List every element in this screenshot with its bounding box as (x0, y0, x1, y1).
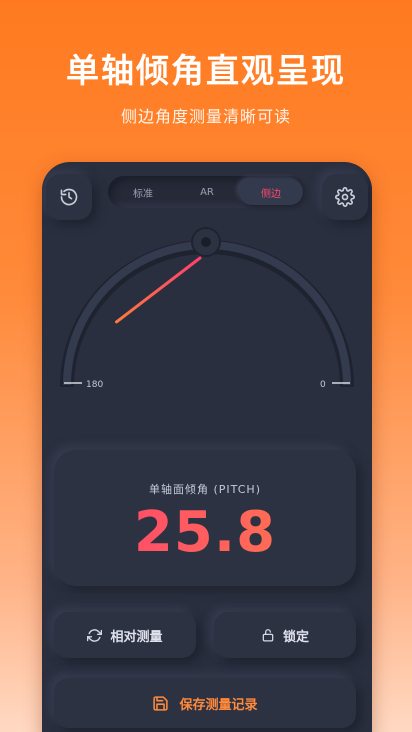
tab-side[interactable]: 侧边 (239, 179, 303, 205)
tab-standard[interactable]: 标准 (111, 179, 175, 205)
reading-panel: 单轴面倾角 (PITCH) 25.8 (54, 450, 356, 586)
history-icon (60, 188, 78, 206)
lock-icon (262, 629, 274, 642)
settings-button[interactable] (322, 174, 368, 220)
reading-label: 单轴面倾角 (PITCH) (149, 483, 261, 496)
save-record-button[interactable]: 保存测量记录 (54, 678, 356, 728)
gauge-pivot-inner (201, 237, 211, 247)
gauge-label-right: 0 (320, 380, 326, 390)
reading-value: 25.8 (54, 500, 356, 565)
history-button[interactable] (46, 174, 92, 220)
phone-screen: 标准 AR 侧边 180 0 单轴面倾角 (PITCH) 25.8 相对测量 锁… (42, 162, 372, 732)
gauge-arc (63, 241, 351, 386)
gear-icon (335, 187, 355, 207)
refresh-icon (87, 628, 103, 642)
promo-headline: 单轴倾角直观呈现 (66, 51, 346, 90)
angle-gauge: 180 0 (60, 227, 354, 390)
lock-label: 锁定 (282, 629, 309, 645)
relative-measure-label: 相对测量 (110, 629, 163, 645)
save-icon (153, 695, 169, 711)
mode-switcher: 标准 AR 侧边 (108, 176, 306, 208)
relative-measure-button[interactable]: 相对测量 (54, 612, 196, 658)
gauge-arc-shadow (60, 240, 354, 388)
save-record-label: 保存测量记录 (179, 697, 258, 713)
tab-ar[interactable]: AR (175, 179, 239, 205)
gauge-label-left: 180 (86, 380, 103, 390)
promo-subline: 侧边角度测量清晰可读 (120, 107, 291, 126)
lock-button[interactable]: 锁定 (214, 612, 356, 658)
